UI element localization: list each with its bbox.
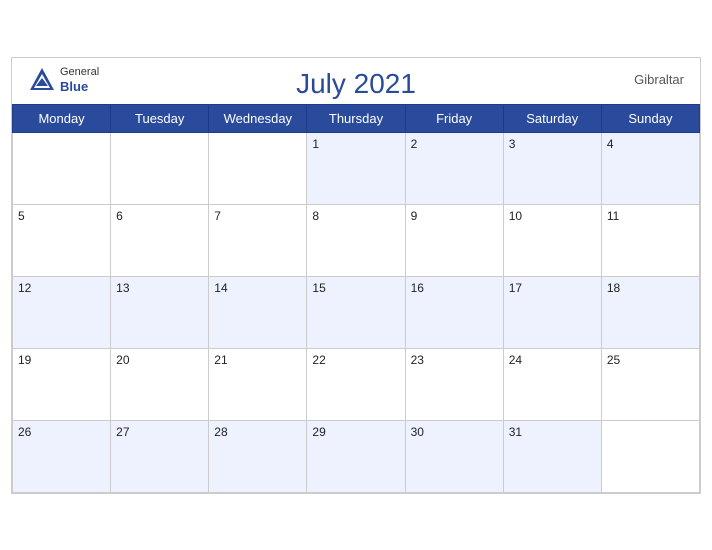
calendar-cell: 5	[13, 204, 111, 276]
header-monday: Monday	[13, 104, 111, 132]
calendar-cell: 11	[601, 204, 699, 276]
calendar-cell: 23	[405, 348, 503, 420]
day-number: 20	[116, 353, 129, 367]
calendar-cell: 14	[209, 276, 307, 348]
region-label: Gibraltar	[634, 72, 684, 87]
calendar-cell	[601, 420, 699, 492]
day-number: 22	[312, 353, 325, 367]
calendar-cell	[209, 132, 307, 204]
calendar-cell: 13	[111, 276, 209, 348]
calendar-cell: 31	[503, 420, 601, 492]
day-number: 4	[607, 137, 614, 151]
calendar-cell: 29	[307, 420, 405, 492]
logo-icon	[28, 66, 56, 94]
day-number: 18	[607, 281, 620, 295]
day-number: 27	[116, 425, 129, 439]
calendar-cell: 9	[405, 204, 503, 276]
calendar-cell: 1	[307, 132, 405, 204]
calendar-cell: 15	[307, 276, 405, 348]
calendar-cell: 24	[503, 348, 601, 420]
calendar-week-3: 12 13 14 15 16 17 18	[13, 276, 700, 348]
calendar-table: Monday Tuesday Wednesday Thursday Friday…	[12, 104, 700, 493]
calendar-cell: 8	[307, 204, 405, 276]
logo-blue: Blue	[60, 79, 99, 95]
weekday-header-row: Monday Tuesday Wednesday Thursday Friday…	[13, 104, 700, 132]
header-tuesday: Tuesday	[111, 104, 209, 132]
calendar-cell: 16	[405, 276, 503, 348]
day-number: 29	[312, 425, 325, 439]
calendar-cell: 12	[13, 276, 111, 348]
day-number: 13	[116, 281, 129, 295]
day-number: 10	[509, 209, 522, 223]
day-number: 31	[509, 425, 522, 439]
calendar-week-2: 5 6 7 8 9 10 11	[13, 204, 700, 276]
calendar-container: General Blue July 2021 Gibraltar Monday …	[11, 57, 701, 494]
day-number: 6	[116, 209, 123, 223]
calendar-cell: 20	[111, 348, 209, 420]
day-number: 7	[214, 209, 221, 223]
day-number: 8	[312, 209, 319, 223]
day-number: 2	[411, 137, 418, 151]
day-number: 23	[411, 353, 424, 367]
day-number: 28	[214, 425, 227, 439]
header-saturday: Saturday	[503, 104, 601, 132]
day-number: 21	[214, 353, 227, 367]
calendar-week-4: 19 20 21 22 23 24 25	[13, 348, 700, 420]
day-number: 25	[607, 353, 620, 367]
day-number: 24	[509, 353, 522, 367]
calendar-header: General Blue July 2021 Gibraltar	[12, 58, 700, 104]
calendar-cell: 6	[111, 204, 209, 276]
header-sunday: Sunday	[601, 104, 699, 132]
day-number: 11	[607, 209, 619, 223]
calendar-cell: 19	[13, 348, 111, 420]
calendar-cell: 21	[209, 348, 307, 420]
calendar-cell: 22	[307, 348, 405, 420]
calendar-cell: 3	[503, 132, 601, 204]
calendar-cell: 17	[503, 276, 601, 348]
calendar-cell	[111, 132, 209, 204]
calendar-week-5: 26 27 28 29 30 31	[13, 420, 700, 492]
calendar-cell: 25	[601, 348, 699, 420]
calendar-title: July 2021	[28, 68, 684, 100]
calendar-cell: 27	[111, 420, 209, 492]
logo-area: General Blue	[28, 66, 99, 95]
day-number: 1	[312, 137, 319, 151]
calendar-cell: 4	[601, 132, 699, 204]
day-number: 9	[411, 209, 418, 223]
calendar-thead: Monday Tuesday Wednesday Thursday Friday…	[13, 104, 700, 132]
calendar-cell: 7	[209, 204, 307, 276]
day-number: 12	[18, 281, 31, 295]
day-number: 14	[214, 281, 227, 295]
calendar-cell: 26	[13, 420, 111, 492]
header-thursday: Thursday	[307, 104, 405, 132]
calendar-week-1: 1 2 3 4	[13, 132, 700, 204]
header-wednesday: Wednesday	[209, 104, 307, 132]
calendar-cell: 10	[503, 204, 601, 276]
day-number: 17	[509, 281, 522, 295]
day-number: 19	[18, 353, 31, 367]
calendar-cell: 28	[209, 420, 307, 492]
logo-general: General	[60, 66, 99, 79]
day-number: 30	[411, 425, 424, 439]
calendar-cell: 30	[405, 420, 503, 492]
calendar-cell: 2	[405, 132, 503, 204]
calendar-cell	[13, 132, 111, 204]
calendar-body: 1234567891011121314151617181920212223242…	[13, 132, 700, 492]
calendar-cell: 18	[601, 276, 699, 348]
header-friday: Friday	[405, 104, 503, 132]
day-number: 5	[18, 209, 25, 223]
day-number: 3	[509, 137, 516, 151]
day-number: 26	[18, 425, 31, 439]
logo-text: General Blue	[60, 66, 99, 95]
day-number: 15	[312, 281, 325, 295]
day-number: 16	[411, 281, 424, 295]
